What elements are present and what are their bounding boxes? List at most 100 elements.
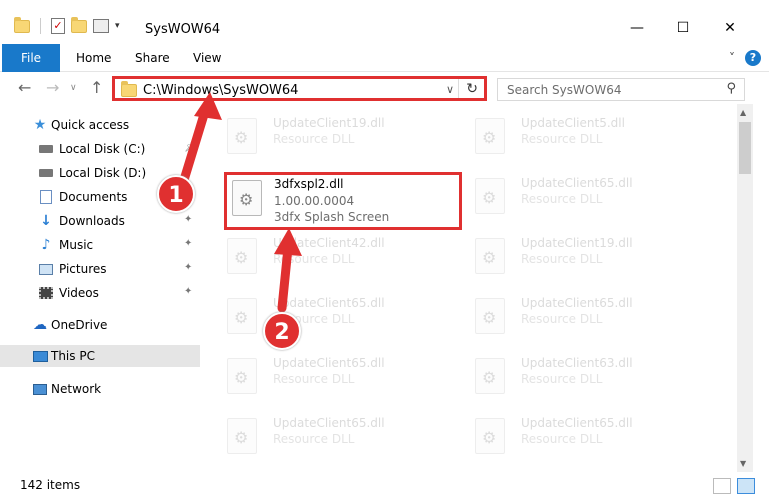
pin-icon[interactable]: ✦ <box>184 262 192 273</box>
dll-file-icon <box>475 238 505 274</box>
file-description: Resource DLL <box>273 252 355 266</box>
list-item[interactable]: UpdateClient5.dll Resource DLL <box>461 110 701 166</box>
new-folder-icon[interactable] <box>71 16 87 33</box>
search-icon[interactable]: ⚲ <box>726 81 736 96</box>
file-name: UpdateClient5.dll <box>521 116 625 130</box>
sidebar-item-label: Local Disk (D:) <box>59 166 147 180</box>
address-path[interactable]: C:\Windows\SysWOW64 <box>143 83 298 98</box>
help-icon[interactable]: ? <box>745 50 761 66</box>
file-name: UpdateClient65.dll <box>521 176 633 190</box>
ribbon-controls: ˅ ? <box>729 50 761 66</box>
search-placeholder: Search SysWOW64 <box>507 83 622 97</box>
pin-icon[interactable]: ✦ <box>184 214 192 225</box>
file-description: 3dfx Splash Screen <box>274 210 390 224</box>
dll-file-icon <box>475 178 505 214</box>
vertical-scrollbar[interactable]: ▲ ▼ <box>737 104 753 472</box>
list-item[interactable]: UpdateClient65.dll Resource DLL <box>461 290 701 346</box>
forward-arrow-icon[interactable]: → <box>46 78 59 97</box>
file-name: UpdateClient65.dll <box>521 416 633 430</box>
address-dropdown-icon[interactable]: ∨ <box>446 83 454 96</box>
dll-file-icon <box>475 298 505 334</box>
list-item[interactable]: UpdateClient65.dll Resource DLL <box>213 290 453 346</box>
dll-file-icon <box>232 180 262 216</box>
address-bar[interactable]: C:\Windows\SysWOW64 ∨ ↻ <box>112 76 487 101</box>
chevron-down-icon[interactable]: ▾ <box>115 21 120 31</box>
toolbar-divider <box>40 18 41 34</box>
list-item[interactable]: UpdateClient65.dll Resource DLL <box>213 410 453 466</box>
refresh-icon[interactable]: ↻ <box>466 81 478 97</box>
pin-icon[interactable]: ✦ <box>184 166 192 177</box>
file-description: Resource DLL <box>521 312 603 326</box>
download-icon: ↓ <box>40 213 52 229</box>
properties-check-icon[interactable]: ✓ <box>51 18 65 34</box>
maximize-button[interactable]: ☐ <box>673 18 693 38</box>
details-view-icon[interactable] <box>713 478 731 494</box>
dll-file-icon <box>227 298 257 334</box>
customize-icon[interactable] <box>93 19 109 33</box>
file-name: 3dfxspl2.dll <box>274 177 344 191</box>
file-name: UpdateClient42.dll <box>273 236 385 250</box>
file-description: Resource DLL <box>273 432 355 446</box>
recent-locations-icon[interactable]: ∨ <box>70 83 77 93</box>
sidebar-item-label: OneDrive <box>51 318 108 332</box>
step-1-badge: 1 <box>157 175 195 213</box>
file-name: UpdateClient65.dll <box>273 296 385 310</box>
dll-file-icon <box>475 358 505 394</box>
view-toggle <box>713 478 755 494</box>
scrollbar-thumb[interactable] <box>739 122 751 174</box>
cloud-icon: ☁ <box>33 317 47 333</box>
list-item[interactable]: UpdateClient42.dll Resource DLL <box>213 230 453 286</box>
sidebar-item-network[interactable]: Network <box>0 378 200 400</box>
list-item[interactable]: UpdateClient65.dll Resource DLL <box>461 410 701 466</box>
back-arrow-icon[interactable]: ← <box>18 78 31 97</box>
pictures-icon <box>38 262 54 276</box>
sidebar-item-quick-access[interactable]: ★ Quick access <box>0 114 200 136</box>
close-button[interactable]: ✕ <box>720 18 740 38</box>
dll-file-icon <box>475 118 505 154</box>
list-item[interactable]: UpdateClient19.dll Resource DLL <box>461 230 701 286</box>
sidebar-item-pictures[interactable]: Pictures ✦ <box>0 258 200 280</box>
up-arrow-icon[interactable]: ↑ <box>90 78 103 97</box>
list-item[interactable]: UpdateClient63.dll Resource DLL <box>461 350 701 406</box>
computer-icon <box>32 349 48 363</box>
pin-icon[interactable]: 📌︎ <box>184 142 197 153</box>
minimize-button[interactable]: — <box>627 18 647 38</box>
sidebar-item-label: Downloads <box>59 214 125 228</box>
sidebar-item-music[interactable]: ♪ Music ✦ <box>0 234 200 256</box>
folder-icon <box>14 16 30 33</box>
address-divider <box>458 79 459 98</box>
list-item[interactable]: UpdateClient65.dll Resource DLL <box>213 350 453 406</box>
sidebar-item-onedrive[interactable]: ☁ OneDrive <box>0 314 200 336</box>
folder-icon <box>121 81 137 97</box>
sidebar-item-downloads[interactable]: ↓ Downloads ✦ <box>0 210 200 232</box>
drive-icon <box>38 166 54 180</box>
tab-file[interactable]: File <box>2 44 60 72</box>
expand-ribbon-icon[interactable]: ˅ <box>729 51 735 65</box>
navigation-pane: ★ Quick access Local Disk (C:) 📌︎ Local … <box>0 110 200 472</box>
quick-access-toolbar: ✓ ▾ <box>14 16 120 34</box>
sidebar-item-local-disk-c[interactable]: Local Disk (C:) 📌︎ <box>0 138 200 160</box>
file-description: Resource DLL <box>273 372 355 386</box>
list-item[interactable]: UpdateClient65.dll Resource DLL <box>461 170 701 226</box>
scroll-up-icon[interactable]: ▲ <box>740 108 746 117</box>
scroll-down-icon[interactable]: ▼ <box>740 459 746 468</box>
sidebar-item-label: This PC <box>51 349 95 363</box>
dll-file-icon <box>227 358 257 394</box>
pin-icon[interactable]: ✦ <box>184 238 192 249</box>
file-name: UpdateClient65.dll <box>521 296 633 310</box>
search-input[interactable]: Search SysWOW64 ⚲ <box>497 78 745 101</box>
window-title: SysWOW64 <box>145 22 221 37</box>
tab-share[interactable]: Share <box>121 44 184 72</box>
tab-home[interactable]: Home <box>62 44 125 72</box>
highlighted-file-item[interactable]: 3dfxspl2.dll 1.00.00.0004 3dfx Splash Sc… <box>224 172 462 230</box>
pin-icon[interactable]: ✦ <box>184 286 192 297</box>
tab-view[interactable]: View <box>179 44 235 72</box>
tiles-view-icon[interactable] <box>737 478 755 494</box>
sidebar-item-label: Local Disk (C:) <box>59 142 146 156</box>
sidebar-item-this-pc[interactable]: This PC <box>0 345 200 367</box>
dll-file-icon <box>227 238 257 274</box>
sidebar-item-label: Quick access <box>51 118 130 132</box>
sidebar-item-videos[interactable]: Videos ✦ <box>0 282 200 304</box>
title-bar: ✓ ▾ SysWOW64 — ☐ ✕ <box>0 0 769 44</box>
list-item[interactable]: UpdateClient19.dll Resource DLL <box>213 110 453 166</box>
